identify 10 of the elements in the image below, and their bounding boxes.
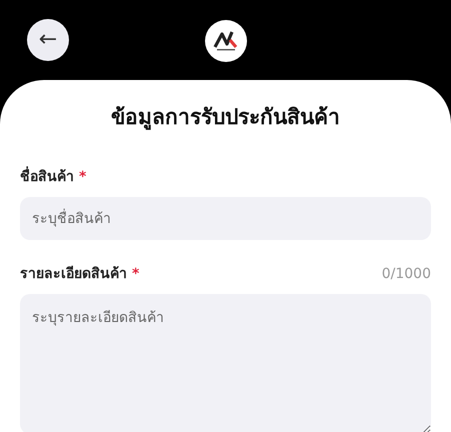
back-button[interactable]: ← (27, 19, 69, 61)
text-area[interactable]: ระบุรายละเอียดสินค้า (20, 294, 431, 432)
field-label: รายละเอียดสินค้า (20, 264, 127, 284)
required-mark: * (79, 169, 86, 185)
form-title: ข้อมูลการรับประกันสินค้า (110, 104, 341, 132)
character-counter: 0/1000 (382, 266, 431, 282)
input-field[interactable]: ระบุชื่อสินค้า (20, 197, 431, 240)
logo-icon (205, 20, 247, 62)
required-mark: * (132, 266, 140, 282)
field-label: ชื่อสินค้า (20, 165, 74, 187)
